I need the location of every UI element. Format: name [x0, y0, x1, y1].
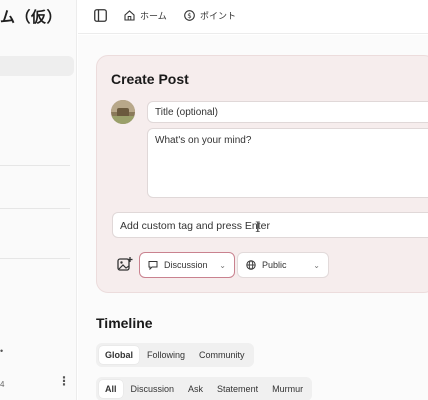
timeline-heading: Timeline — [96, 315, 153, 331]
nav-home[interactable]: ホーム — [124, 9, 167, 22]
create-post-heading: Create Post — [111, 71, 189, 87]
sidebar-divider — [0, 208, 70, 209]
visibility-select-label: Public — [262, 260, 287, 270]
coin-icon: $ — [184, 10, 195, 21]
text-cursor-icon: I — [255, 220, 261, 236]
avatar[interactable] — [111, 100, 135, 124]
sidebar-bottom-text: 4 — [0, 380, 5, 389]
top-bar: ホーム $ ポイント — [78, 0, 428, 34]
filter-ask[interactable]: Ask — [182, 380, 209, 398]
sidebar-divider — [0, 165, 70, 166]
app-title: ム（仮） — [0, 9, 63, 26]
more-options-icon[interactable]: ⋮ — [58, 374, 70, 388]
sidebar-active-item[interactable] — [0, 56, 74, 76]
sidebar-toggle-button[interactable] — [94, 9, 107, 22]
tab-global[interactable]: Global — [99, 346, 140, 364]
filter-discussion[interactable]: Discussion — [125, 380, 181, 398]
tab-following[interactable]: Following — [141, 346, 191, 364]
timeline-scope-tabs: Global Following Community — [96, 343, 254, 367]
post-body-textarea[interactable]: What's on your mind? — [147, 128, 428, 198]
chevron-down-icon: ⌄ — [313, 260, 320, 270]
category-select[interactable]: Discussion ⌄ — [139, 252, 235, 278]
sidebar-toggle-icon — [94, 9, 107, 22]
speech-bubble-icon — [148, 261, 158, 270]
sidebar-divider — [0, 258, 70, 259]
nav-points[interactable]: $ ポイント — [184, 9, 236, 22]
globe-icon — [246, 260, 256, 270]
add-image-icon[interactable] — [117, 256, 133, 272]
filter-all[interactable]: All — [99, 380, 123, 398]
nav-home-label: ホーム — [140, 11, 167, 21]
main-content: Create Post Title (optional) What's on y… — [78, 35, 428, 400]
filter-murmur[interactable]: Murmur — [266, 380, 309, 398]
sidebar-marker: • — [0, 346, 4, 356]
visibility-select[interactable]: Public ⌄ — [237, 252, 329, 278]
create-post-card: Create Post Title (optional) What's on y… — [96, 55, 428, 293]
home-icon — [124, 10, 135, 21]
custom-tag-input[interactable]: Add custom tag and press Enter — [112, 212, 428, 238]
post-title-input[interactable]: Title (optional) — [147, 101, 428, 123]
tab-community[interactable]: Community — [193, 346, 251, 364]
timeline-filter-tabs: All Discussion Ask Statement Murmur — [96, 377, 313, 400]
nav-points-label: ポイント — [200, 11, 237, 21]
category-select-label: Discussion — [164, 260, 208, 270]
sidebar: ム（仮） • 4 ⋮ — [0, 0, 77, 400]
filter-statement[interactable]: Statement — [211, 380, 264, 398]
svg-text:$: $ — [187, 12, 191, 20]
chevron-down-icon: ⌄ — [219, 260, 226, 270]
